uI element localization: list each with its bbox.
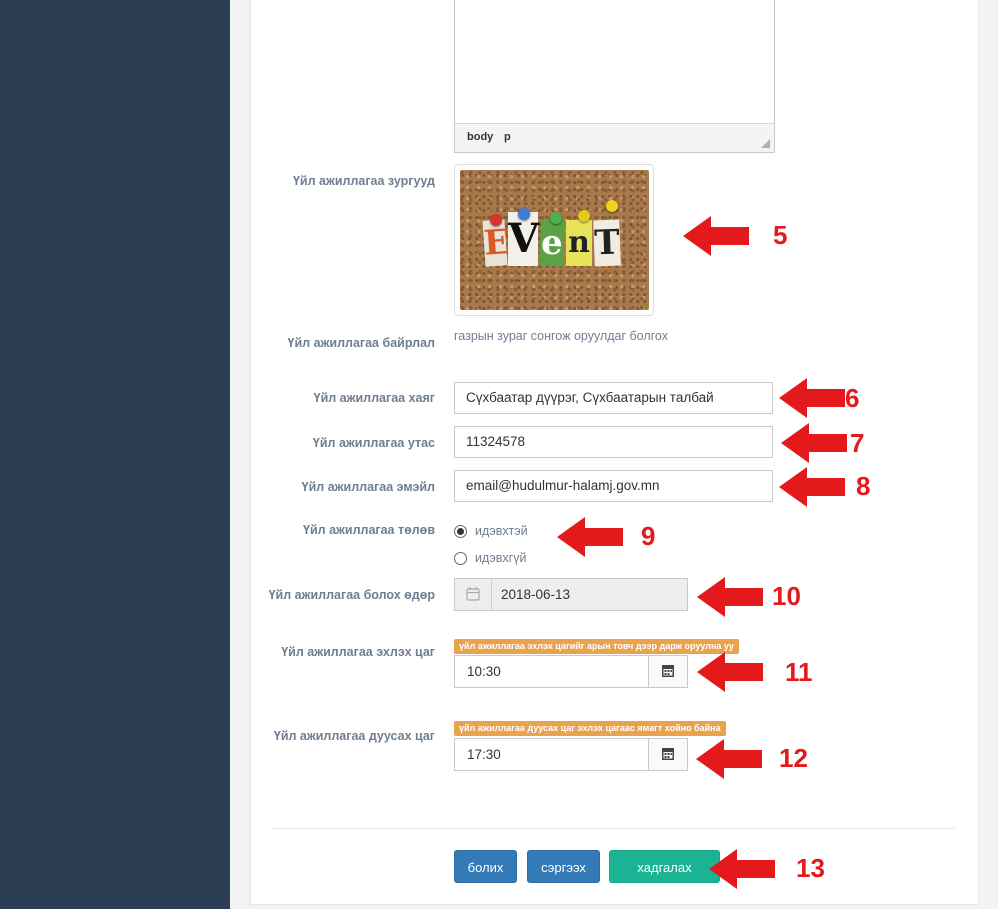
location-label: Үйл ажиллагаа байрлал xyxy=(287,336,435,350)
end-time-input[interactable]: 17:30 xyxy=(454,738,688,771)
annotation-arrow-icon xyxy=(557,517,623,557)
annotation-number-9: 9 xyxy=(641,521,656,551)
annotation-arrow-icon xyxy=(696,739,762,779)
annotation-number-11: 11 xyxy=(785,657,813,687)
annotation-arrow-icon xyxy=(697,577,763,617)
date-label: Үйл ажиллагаа болох өдөр xyxy=(268,588,435,602)
calendar-icon xyxy=(455,579,492,610)
end-time-label: Үйл ажиллагаа дуусах цаг xyxy=(273,729,435,743)
phone-input[interactable]: 11324578 xyxy=(454,426,773,458)
event-image: E V e n T xyxy=(460,170,649,310)
editor-statusbar: body p xyxy=(455,123,774,152)
start-time-input[interactable]: 10:30 xyxy=(454,655,688,688)
save-button[interactable]: хадгалах xyxy=(609,850,720,883)
start-time-picker-button[interactable] xyxy=(648,656,687,687)
location-hint: газрын зураг сонгож оруулдаг болгох xyxy=(454,329,668,343)
image-label: Үйл ажиллагаа зургууд xyxy=(292,174,435,188)
status-option-inactive[interactable]: идэвхгүй xyxy=(454,549,526,567)
annotation-arrow-icon xyxy=(781,423,847,463)
end-time-hint-badge: үйл ажиллагаа дуусах цаг эхлэх цагаас ям… xyxy=(454,721,726,736)
calendar-icon xyxy=(662,748,674,760)
event-letter-e1: E xyxy=(482,219,511,267)
annotation-arrow-icon xyxy=(697,652,763,692)
form-divider xyxy=(272,828,955,829)
phone-label: Үйл ажиллагаа утас xyxy=(312,436,435,450)
editor-path-p[interactable]: p xyxy=(504,131,511,143)
red-pin-icon xyxy=(490,214,502,226)
status-option-inactive-label: идэвхгүй xyxy=(475,551,527,565)
end-time-value: 17:30 xyxy=(467,747,501,762)
annotation-number-6: 6 xyxy=(845,383,860,413)
annotation-number-8: 8 xyxy=(856,471,871,501)
blue-pin-icon xyxy=(518,208,530,220)
date-value: 2018-06-13 xyxy=(501,587,571,602)
status-option-active[interactable]: идэвхтэй xyxy=(454,522,528,540)
start-time-label: Үйл ажиллагаа эхлэх цаг xyxy=(281,645,435,659)
event-letter-e2: e xyxy=(538,219,566,267)
yellow-pin-icon xyxy=(578,210,590,222)
annotation-number-13: 13 xyxy=(796,853,825,883)
address-label: Үйл ажиллагаа хаяг xyxy=(313,391,435,405)
address-input[interactable]: Сүхбаатар дүүрэг, Сүхбаатарын талбай xyxy=(454,382,773,414)
end-time-picker-button[interactable] xyxy=(648,739,687,770)
cancel-button[interactable]: болих xyxy=(454,850,517,883)
annotation-number-10: 10 xyxy=(772,581,801,611)
annotation-arrow-icon xyxy=(779,467,845,507)
description-editor[interactable]: body p xyxy=(454,0,775,153)
calendar-icon xyxy=(662,665,674,677)
event-image-thumbnail[interactable]: E V e n T xyxy=(454,164,654,316)
yellow-pin-icon-2 xyxy=(606,200,618,212)
email-label: Үйл ажиллагаа эмэйл xyxy=(301,480,435,494)
restore-button[interactable]: сэргээх xyxy=(527,850,600,883)
annotation-arrow-icon xyxy=(683,216,749,256)
radio-unchecked-icon[interactable] xyxy=(454,551,467,565)
annotation-arrow-icon xyxy=(779,378,845,418)
status-label: Үйл ажиллагаа төлөв xyxy=(303,523,435,537)
sidebar xyxy=(0,0,230,909)
annotation-number-5: 5 xyxy=(773,220,788,250)
email-input[interactable]: email@hudulmur-halamj.gov.mn xyxy=(454,470,773,502)
date-input[interactable]: 2018-06-13 xyxy=(454,578,688,611)
event-letter-v: V xyxy=(508,212,539,266)
editor-path-body[interactable]: body xyxy=(467,131,493,143)
green-pin-icon xyxy=(550,212,562,224)
start-time-value: 10:30 xyxy=(467,664,501,679)
event-letter-t: T xyxy=(593,219,621,267)
radio-checked-icon[interactable] xyxy=(454,524,467,538)
resize-handle-icon[interactable] xyxy=(761,139,770,148)
event-letter-n: n xyxy=(566,220,592,266)
annotation-number-12: 12 xyxy=(779,743,808,773)
status-option-active-label: идэвхтэй xyxy=(475,524,528,538)
annotation-arrow-icon xyxy=(709,849,775,889)
annotation-number-7: 7 xyxy=(850,428,865,458)
